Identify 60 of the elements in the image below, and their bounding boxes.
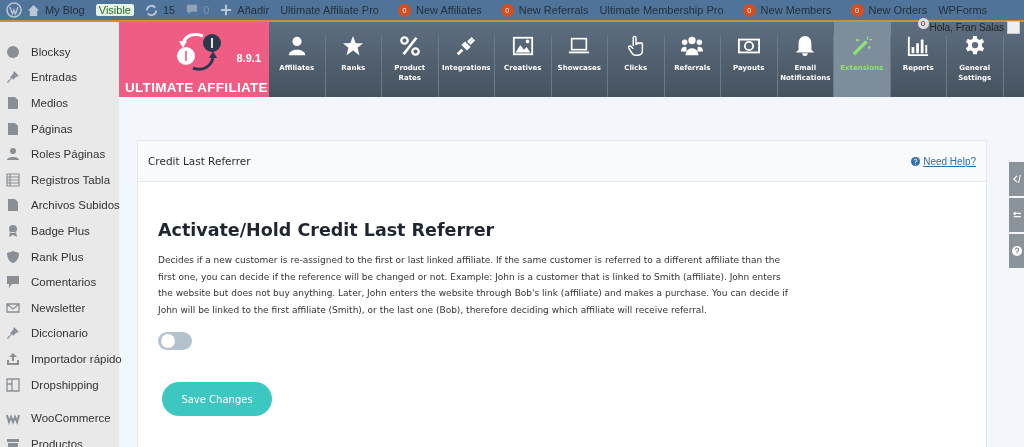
help-icon bbox=[1011, 246, 1022, 256]
pin-icon bbox=[6, 326, 20, 341]
star-icon bbox=[342, 35, 365, 57]
home-icon bbox=[27, 3, 40, 17]
sidebar-item[interactable]: Páginas bbox=[31, 122, 73, 135]
swap-tab[interactable] bbox=[1009, 198, 1024, 232]
table-icon bbox=[6, 172, 20, 187]
version-label: 8.9.1 bbox=[236, 52, 261, 64]
sidebar-item[interactable]: Archivos Subidos bbox=[31, 199, 120, 212]
person-icon bbox=[6, 147, 20, 162]
sidebar-item[interactable]: Rank Plus bbox=[31, 250, 84, 263]
upload-icon bbox=[6, 351, 20, 366]
help-link[interactable]: Need Help? bbox=[923, 155, 976, 167]
help-tab[interactable] bbox=[1009, 234, 1024, 268]
logo-text: ULTIMATE AFFILIATE bbox=[125, 80, 268, 95]
pin-icon bbox=[6, 70, 20, 85]
document-icon bbox=[6, 96, 20, 110]
wand-icon bbox=[850, 35, 873, 57]
help-icon bbox=[911, 156, 921, 166]
refresh-icon bbox=[144, 3, 158, 17]
section-heading: Activate/Hold Credit Last Referrer bbox=[158, 220, 496, 240]
arrows-icon bbox=[1012, 210, 1021, 220]
description-text: Decides if a new customer is re-assigned to the first or last linked affiliate. If the same customer is referred to a different affiliate than the first one, you can decide if the reference will be changed or not. Example: John is a customer that is linked to Smith (affiliate). John enters the website but does not buy anything. Later, John enters the website through Bob's link (affiliate) and makes a purchase. You can decide if John will be linked to the first affiliate (Smith), or the last one (Bob), therefore deciding which affiliate will receive referral. bbox=[158, 254, 789, 317]
sidebar-item[interactable]: Dropshipping bbox=[31, 378, 99, 391]
image-icon bbox=[511, 35, 534, 57]
document-icon bbox=[6, 198, 20, 213]
box-icon bbox=[6, 436, 20, 447]
layout-icon bbox=[6, 377, 20, 392]
plus-icon bbox=[220, 4, 233, 16]
code-icon bbox=[1012, 174, 1021, 184]
ribbon-icon bbox=[6, 223, 20, 238]
sidebar-item[interactable]: Productos bbox=[31, 437, 83, 447]
group-icon bbox=[681, 35, 704, 57]
sidebar-item[interactable]: Badge Plus bbox=[31, 224, 90, 237]
comment-icon bbox=[186, 4, 199, 16]
sidebar-item[interactable]: Importador rápido bbox=[31, 352, 122, 365]
plug-icon bbox=[455, 35, 478, 57]
sidebar-item[interactable]: Roles Páginas bbox=[31, 148, 106, 161]
bars-icon bbox=[907, 35, 930, 57]
sidebar-item[interactable]: Entradas bbox=[31, 71, 78, 84]
envelope-icon bbox=[6, 300, 20, 315]
sidebar-item[interactable]: Medios bbox=[31, 97, 69, 109]
comment-icon bbox=[6, 275, 20, 290]
sidebar-item[interactable]: Diccionario bbox=[31, 327, 88, 340]
code-tab[interactable] bbox=[1009, 162, 1024, 196]
percent-icon bbox=[398, 35, 421, 57]
circle-icon bbox=[6, 44, 20, 59]
shield-icon bbox=[6, 249, 20, 264]
gear-icon bbox=[963, 35, 986, 57]
sidebar-item[interactable]: WooCommerce bbox=[31, 412, 111, 425]
sidebar-item[interactable]: Registros Tabla bbox=[31, 173, 111, 186]
notification-badge: 0 bbox=[917, 18, 929, 29]
document-icon bbox=[6, 121, 20, 136]
visibility-badge: Visible bbox=[95, 4, 134, 16]
wordpress-icon[interactable] bbox=[6, 2, 22, 18]
sidebar-item[interactable]: Comentarios bbox=[31, 276, 97, 289]
toggle-switch[interactable] bbox=[158, 332, 192, 350]
card-title: Credit Last Referrer bbox=[148, 155, 251, 167]
sidebar-item[interactable]: Newsletter bbox=[31, 301, 86, 314]
sidebar-item[interactable]: Blocksy bbox=[31, 45, 71, 58]
